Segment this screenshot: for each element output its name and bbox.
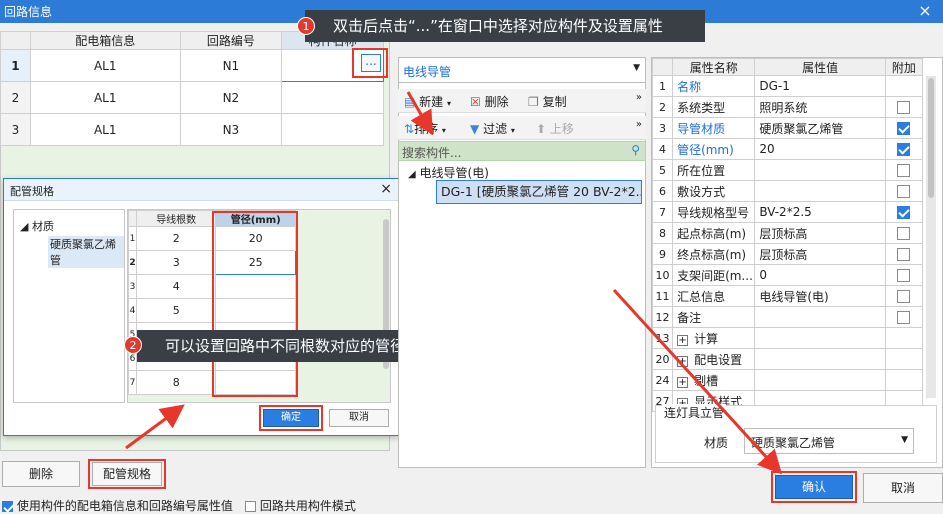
annotation-arrows xyxy=(125,91,783,475)
